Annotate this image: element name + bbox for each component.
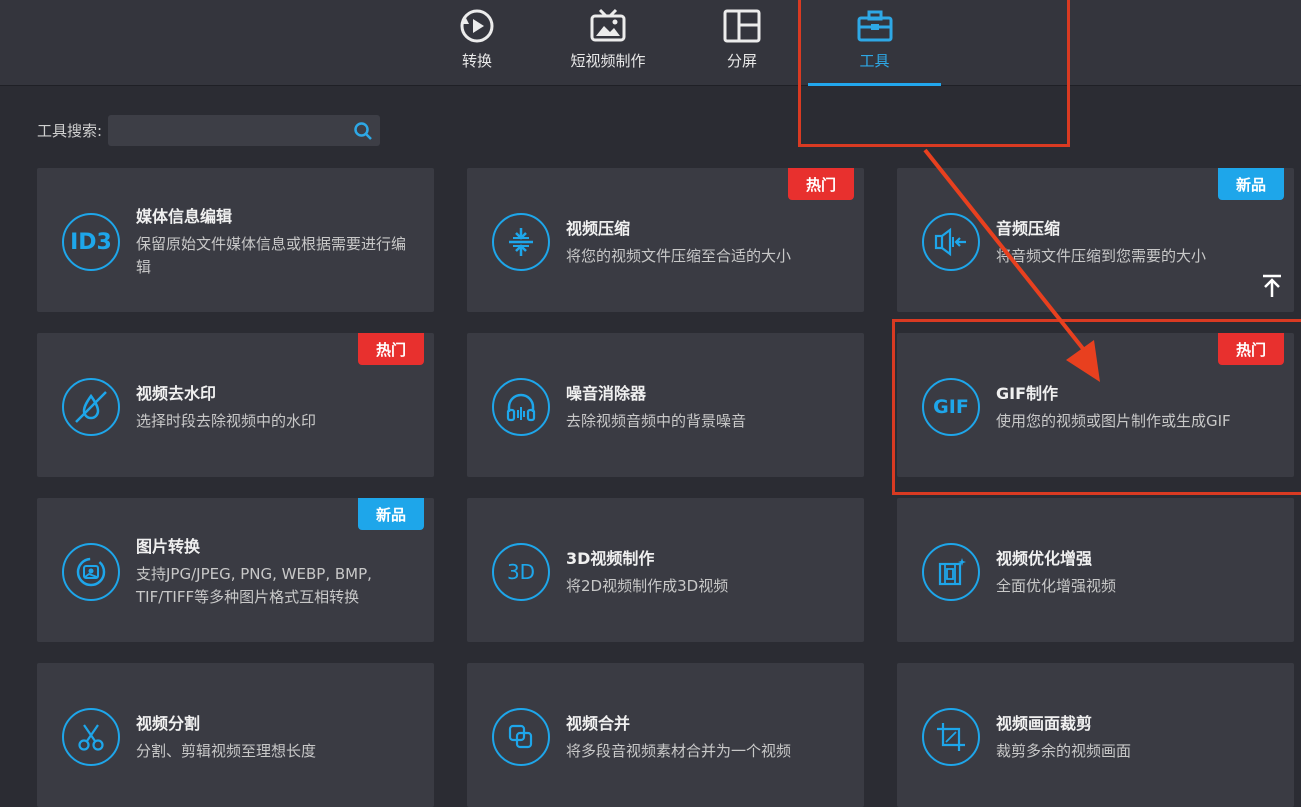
annotation-arrow	[923, 148, 1100, 382]
